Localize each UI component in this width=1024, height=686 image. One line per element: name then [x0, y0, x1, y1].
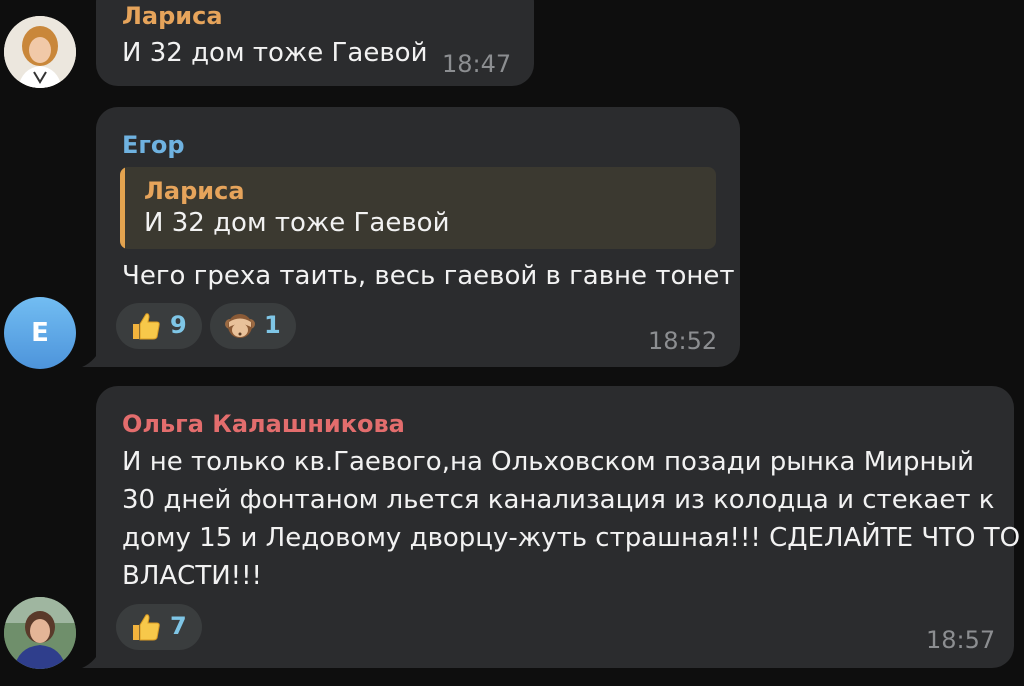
reaction-thumbs-up[interactable]: 9: [116, 303, 202, 349]
message-time: 18:57: [926, 626, 996, 654]
message-text-line: 30 дней фонтаном льется канализация из к…: [122, 485, 995, 515]
message-text-line: И не только кв.Гаевого,на Ольховском поз…: [122, 447, 974, 477]
reply-quote[interactable]: Лариса И 32 дом тоже Гаевой: [120, 167, 716, 249]
message-author[interactable]: Ольга Калашникова: [122, 410, 405, 438]
chat-view: Лариса И 32 дом тоже Гаевой 18:47 Е Егор…: [0, 0, 1024, 686]
bubble-tail: [82, 345, 102, 367]
reply-text: И 32 дом тоже Гаевой: [144, 208, 450, 238]
message-text: И 32 дом тоже Гаевой: [122, 38, 428, 68]
reaction-see-no-evil-monkey[interactable]: 1: [210, 303, 296, 349]
thumbs-up-icon: [133, 313, 160, 340]
message-author[interactable]: Егор: [122, 131, 185, 159]
message-time: 18:52: [648, 327, 718, 355]
message-text-line: ВЛАСТИ!!!: [122, 561, 262, 591]
see-no-evil-monkey-icon: [225, 314, 255, 338]
message-text: Чего греха таить, весь гаевой в гавне то…: [122, 261, 735, 291]
message-bubble[interactable]: Лариса И 32 дом тоже Гаевой 18:47: [96, 0, 534, 86]
message-time: 18:47: [442, 50, 512, 78]
message-author[interactable]: Лариса: [122, 2, 223, 30]
avatar[interactable]: [4, 597, 76, 669]
reaction-count: 7: [170, 612, 187, 640]
reply-author: Лариса: [144, 177, 245, 205]
avatar-initial: Е: [31, 318, 49, 348]
reaction-count: 1: [264, 311, 281, 339]
avatar[interactable]: Е: [4, 297, 76, 369]
message-bubble[interactable]: Ольга Калашникова И не только кв.Гаевого…: [82, 386, 1020, 668]
reaction-thumbs-up[interactable]: 7: [116, 604, 202, 650]
avatar[interactable]: [4, 16, 76, 88]
message-bubble[interactable]: Егор Лариса И 32 дом тоже Гаевой Чего гр…: [82, 107, 740, 367]
reaction-count: 9: [170, 311, 187, 339]
message-text-line: дому 15 и Ледовому дворцу-жуть страшная!…: [122, 523, 1021, 553]
reply-bar: [120, 167, 125, 249]
user-photo-icon: [4, 597, 76, 669]
user-photo-icon: [4, 16, 76, 88]
bubble-tail: [82, 646, 102, 668]
thumbs-up-icon: [133, 614, 160, 641]
